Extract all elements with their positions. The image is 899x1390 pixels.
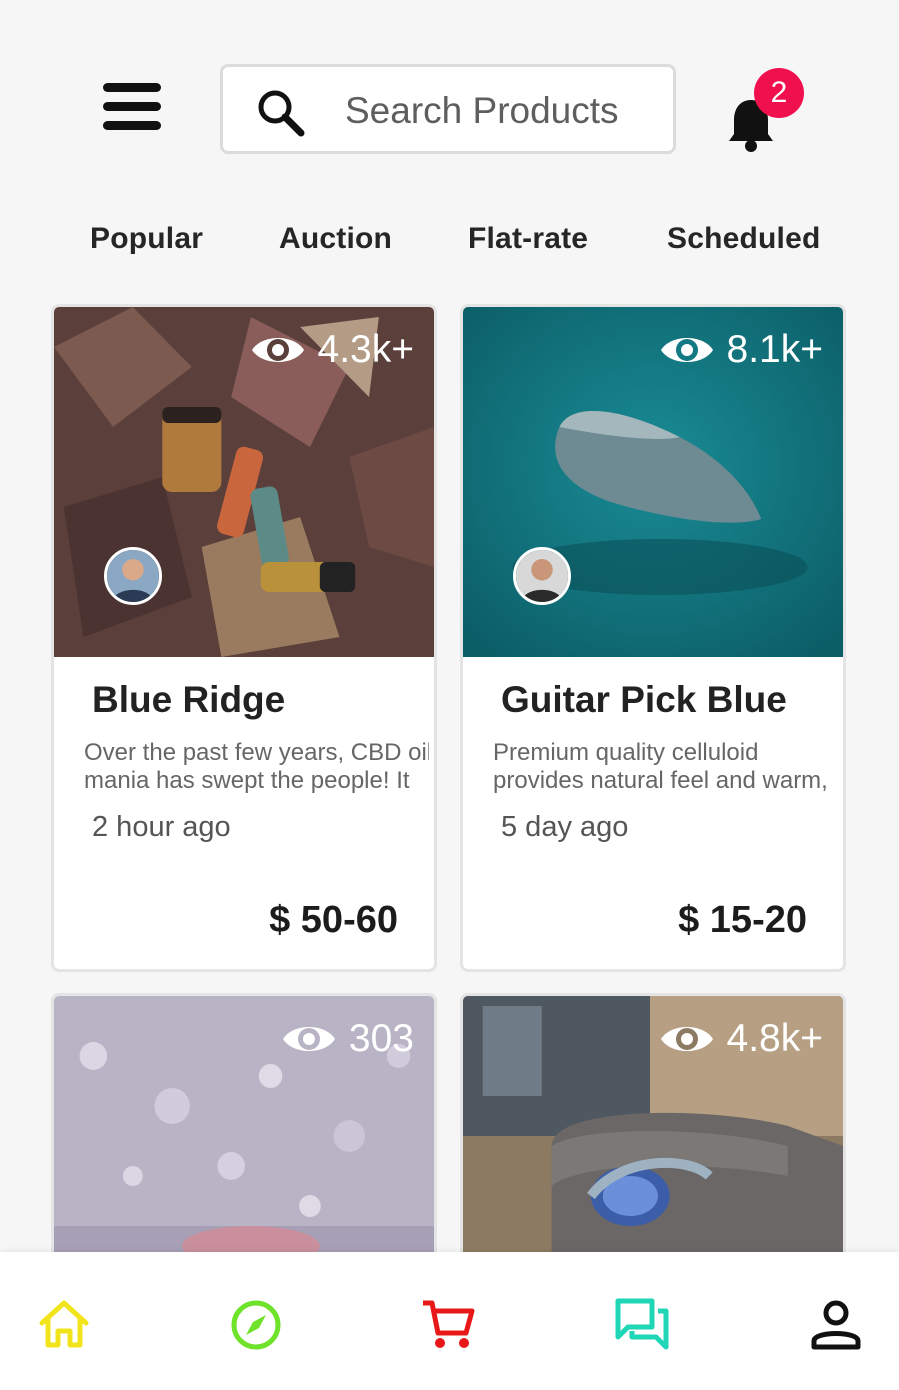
top-bar: 2: [0, 0, 899, 200]
compass-icon[interactable]: [228, 1297, 284, 1353]
view-count-text: 8.1k+: [726, 328, 824, 371]
search-input[interactable]: [343, 83, 667, 139]
eye-icon: [660, 1027, 713, 1051]
bottom-navigation: [0, 1252, 899, 1390]
hamburger-menu-icon[interactable]: [100, 80, 164, 136]
view-count: 4.3k+: [250, 327, 415, 373]
category-tabs: Popular Auction Flat-rate Scheduled: [0, 222, 899, 272]
home-icon[interactable]: [36, 1297, 92, 1353]
tab-auction[interactable]: Auction: [279, 222, 392, 256]
view-count: 4.8k+: [659, 1016, 824, 1062]
product-card[interactable]: 4.3k+ Blue Ridge Over the past few years…: [51, 304, 437, 972]
product-description: Over the past few years, CBD oil mania h…: [84, 739, 429, 794]
posted-time: 2 hour ago: [92, 811, 231, 843]
seller-avatar[interactable]: [513, 547, 571, 605]
tab-scheduled[interactable]: Scheduled: [667, 222, 821, 256]
posted-time: 5 day ago: [501, 811, 629, 843]
view-count: 303: [281, 1016, 414, 1062]
profile-icon[interactable]: [808, 1297, 864, 1353]
view-count-text: 4.8k+: [726, 1017, 824, 1060]
tab-flat-rate[interactable]: Flat-rate: [468, 222, 588, 256]
notification-badge: 2: [754, 68, 804, 118]
product-title: Guitar Pick Blue: [501, 679, 787, 720]
cart-icon[interactable]: [420, 1297, 476, 1353]
view-count-text: 4.3k+: [317, 328, 415, 371]
product-card[interactable]: 8.1k+ Guitar Pick Blue Premium quality c…: [460, 304, 846, 972]
chat-icon[interactable]: [614, 1297, 670, 1353]
eye-icon: [251, 338, 304, 362]
product-description: Premium quality celluloid provides natur…: [493, 739, 828, 794]
eye-icon: [660, 338, 713, 362]
product-price: $ 15-20: [678, 899, 807, 941]
product-title: Blue Ridge: [92, 679, 286, 720]
seller-avatar[interactable]: [104, 547, 162, 605]
view-count-text: 303: [348, 1017, 414, 1060]
eye-icon: [282, 1027, 335, 1051]
search-bar[interactable]: [220, 64, 676, 154]
tab-popular[interactable]: Popular: [90, 222, 203, 256]
product-price: $ 50-60: [269, 899, 398, 941]
view-count: 8.1k+: [659, 327, 824, 373]
search-icon: [258, 90, 305, 137]
